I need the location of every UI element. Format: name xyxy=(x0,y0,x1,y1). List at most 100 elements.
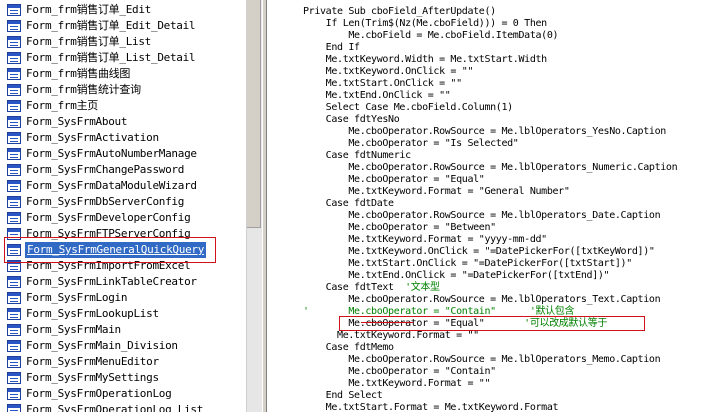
list-item-label: Form_SysFrmDeveloperConfig xyxy=(26,211,191,224)
code-comment: '可以改成默认等于 xyxy=(524,318,608,329)
list-item[interactable]: Form_SysFrmActivation xyxy=(0,130,246,146)
code-text: Me.cboOperator = "Contain" xyxy=(303,366,496,377)
list-item[interactable]: Form_SysFrmDeveloperConfig xyxy=(0,210,246,226)
code-line: Me.txtKeyword.Format = "yyyy-mm-dd" xyxy=(303,234,547,246)
form-module-icon xyxy=(7,68,21,80)
list-item[interactable]: Form_SysFrmDbServerConfig xyxy=(0,194,246,210)
list-item[interactable]: Form_frm销售订单_List_Detail xyxy=(0,50,246,66)
code-line: Case fdtNumeric xyxy=(303,150,411,162)
code-line: Me.cboOperator = "Is Selected" xyxy=(303,138,518,150)
code-comment: ' Me.cboOperator = "Contain" '默认包含 xyxy=(303,306,575,317)
form-module-icon xyxy=(7,340,21,352)
list-item-label: Form_frm销售订单_Edit xyxy=(26,3,151,16)
list-item[interactable]: Form_SysFrmAbout xyxy=(0,114,246,130)
code-text: Me.cboOperator.RowSource = Me.lblOperato… xyxy=(303,162,678,173)
list-item-label: Form_SysFrmLookupList xyxy=(26,307,159,320)
code-line: Private Sub cboField_AfterUpdate() xyxy=(303,6,496,18)
code-text: Me.cboOperator.RowSource = Me.lblOperato… xyxy=(303,294,661,305)
code-line: Me.cboOperator.RowSource = Me.lblOperato… xyxy=(303,210,660,222)
list-item[interactable]: Form_SysFrmLogin xyxy=(0,290,246,306)
code-line: Me.txtKeyword.Format = "" xyxy=(303,330,479,342)
object-list-scroll-thumb[interactable] xyxy=(247,0,261,228)
code-text: Me.cboField = Me.cboField.ItemData(0) xyxy=(303,30,559,41)
object-list-panel[interactable]: Form_frm销售订单_Edit Form_frm销售订单_Edit_Detai… xyxy=(0,0,246,412)
code-text: Me.txtKeyword.Width = Me.txtStart.Width xyxy=(303,54,548,65)
code-line: Me.cboOperator.RowSource = Me.lblOperato… xyxy=(303,294,660,306)
list-item-label: Form_SysFrmActivation xyxy=(26,131,159,144)
list-item[interactable]: Form_SysFrmLinkTableCreator xyxy=(0,274,246,290)
code-line: Case fdtYesNo xyxy=(303,114,400,126)
code-line: Me.cboOperator = "Equal" xyxy=(303,174,484,186)
list-item[interactable]: Form_SysFrmOperationLog xyxy=(0,386,246,402)
list-item-label: Form_frm主页 xyxy=(26,99,98,112)
list-item[interactable]: Form_frm销售订单_Edit_Detail xyxy=(0,18,246,34)
code-text: Me.cboOperator = "Equal" xyxy=(303,174,485,185)
form-module-icon xyxy=(7,164,21,176)
code-text: Me.txtStart.OnClick = "=DatePickerFor([t… xyxy=(303,258,632,269)
list-item[interactable]: Form_SysFrmChangePassword xyxy=(0,162,246,178)
code-line: Me.cboOperator.RowSource = Me.lblOperato… xyxy=(303,126,666,138)
code-text: End If xyxy=(303,42,360,53)
code-text: Me.cboOperator = "Is Selected" xyxy=(303,138,519,149)
code-text: Me.txtKeyword.Format = "" xyxy=(303,330,479,341)
list-item[interactable]: Form_frm销售订单_Edit xyxy=(0,2,246,18)
list-item[interactable]: Form_SysFrmOperationLog_List xyxy=(0,402,246,412)
code-text: Me.cboOperator = "Equal" xyxy=(303,318,525,329)
code-line: Me.txtKeyword.Width = Me.txtStart.Width xyxy=(303,54,548,66)
form-module-icon xyxy=(7,212,21,224)
code-line: Case fdtText '文本型 xyxy=(303,282,440,294)
code-line: Me.cboField = Me.cboField.ItemData(0) xyxy=(303,30,558,42)
pane-splitter[interactable] xyxy=(262,0,267,412)
form-module-icon xyxy=(7,52,21,64)
list-item[interactable]: Form_SysFrmMySettings xyxy=(0,370,246,386)
code-line: Me.cboOperator = "Between" xyxy=(303,222,496,234)
form-module-icon xyxy=(7,308,21,320)
list-item[interactable]: Form_SysFrmAutoNumberManage xyxy=(0,146,246,162)
code-text: Case fdtMemo xyxy=(303,342,394,353)
form-module-icon xyxy=(7,388,21,400)
code-comment: '文本型 xyxy=(405,282,440,293)
form-module-icon xyxy=(7,372,21,384)
form-module-icon xyxy=(7,132,21,144)
code-text: Case fdtYesNo xyxy=(303,114,400,125)
form-module-icon xyxy=(7,180,21,192)
code-text: Case fdtText xyxy=(303,282,406,293)
list-item[interactable]: Form_frm销售曲线图 xyxy=(0,66,246,82)
code-line: Me.cboOperator = "Equal" '可以改成默认等于 xyxy=(303,318,607,330)
code-text: Me.txtKeyword.Format = "" xyxy=(303,378,491,389)
list-item-label: Form_SysFrmMySettings xyxy=(26,371,159,384)
list-item[interactable]: Form_SysFrmMain_Division xyxy=(0,338,246,354)
list-item-label: Form_SysFrmOperationLog_List xyxy=(26,403,204,412)
code-line: Me.cboOperator.RowSource = Me.lblOperato… xyxy=(303,162,677,174)
form-module-icon xyxy=(7,20,21,32)
list-item[interactable]: Form_frm销售订单_List xyxy=(0,34,246,50)
list-item[interactable]: Form_SysFrmDataModuleWizard xyxy=(0,178,246,194)
list-item-label: Form_frm销售订单_List xyxy=(26,35,151,48)
code-editor[interactable]: Private Sub cboField_AfterUpdate() If Le… xyxy=(268,0,703,412)
list-item-label: Form_SysFrmMenuEditor xyxy=(26,355,159,368)
list-item[interactable]: Form_SysFrmMenuEditor xyxy=(0,354,246,370)
list-item-label: Form_SysFrmOperationLog xyxy=(26,387,172,400)
form-module-icon xyxy=(7,100,21,112)
list-item[interactable]: Form_frm主页 xyxy=(0,98,246,114)
code-line: Me.txtEnd.OnClick = "" xyxy=(303,90,451,102)
code-line: If Len(Trim$(Nz(Me.cboField))) = 0 Then xyxy=(303,18,548,30)
form-module-icon xyxy=(7,196,21,208)
list-item-label: Form_SysFrmDbServerConfig xyxy=(26,195,185,208)
code-text: Me.txtStart.OnClick = "" xyxy=(303,78,462,89)
code-text: Select Case Me.cboField.Column(1) xyxy=(303,102,513,113)
list-item[interactable]: Form_SysFrmMain xyxy=(0,322,246,338)
code-line: End If xyxy=(303,42,360,54)
list-item[interactable]: Form_SysFrmImportFromExcel xyxy=(0,258,246,274)
list-item-label: Form_SysFrmLogin xyxy=(26,291,128,304)
list-item[interactable]: Form_frm销售统计查询 xyxy=(0,82,246,98)
list-item-label: Form_SysFrmGeneralQuickQuery xyxy=(25,242,207,258)
list-item-label: Form_frm销售订单_List_Detail xyxy=(26,51,196,64)
code-line: Me.txtKeyword.OnClick = "=DatePickerFor(… xyxy=(303,246,655,258)
code-text: Me.cboOperator = "Between" xyxy=(303,222,496,233)
form-module-icon xyxy=(7,292,21,304)
list-item[interactable]: Form_SysFrmGeneralQuickQuery xyxy=(0,242,246,258)
list-item[interactable]: Form_SysFrmFTPServerConfig xyxy=(0,226,246,242)
list-item[interactable]: Form_SysFrmLookupList xyxy=(0,306,246,322)
form-module-icon xyxy=(7,244,21,256)
